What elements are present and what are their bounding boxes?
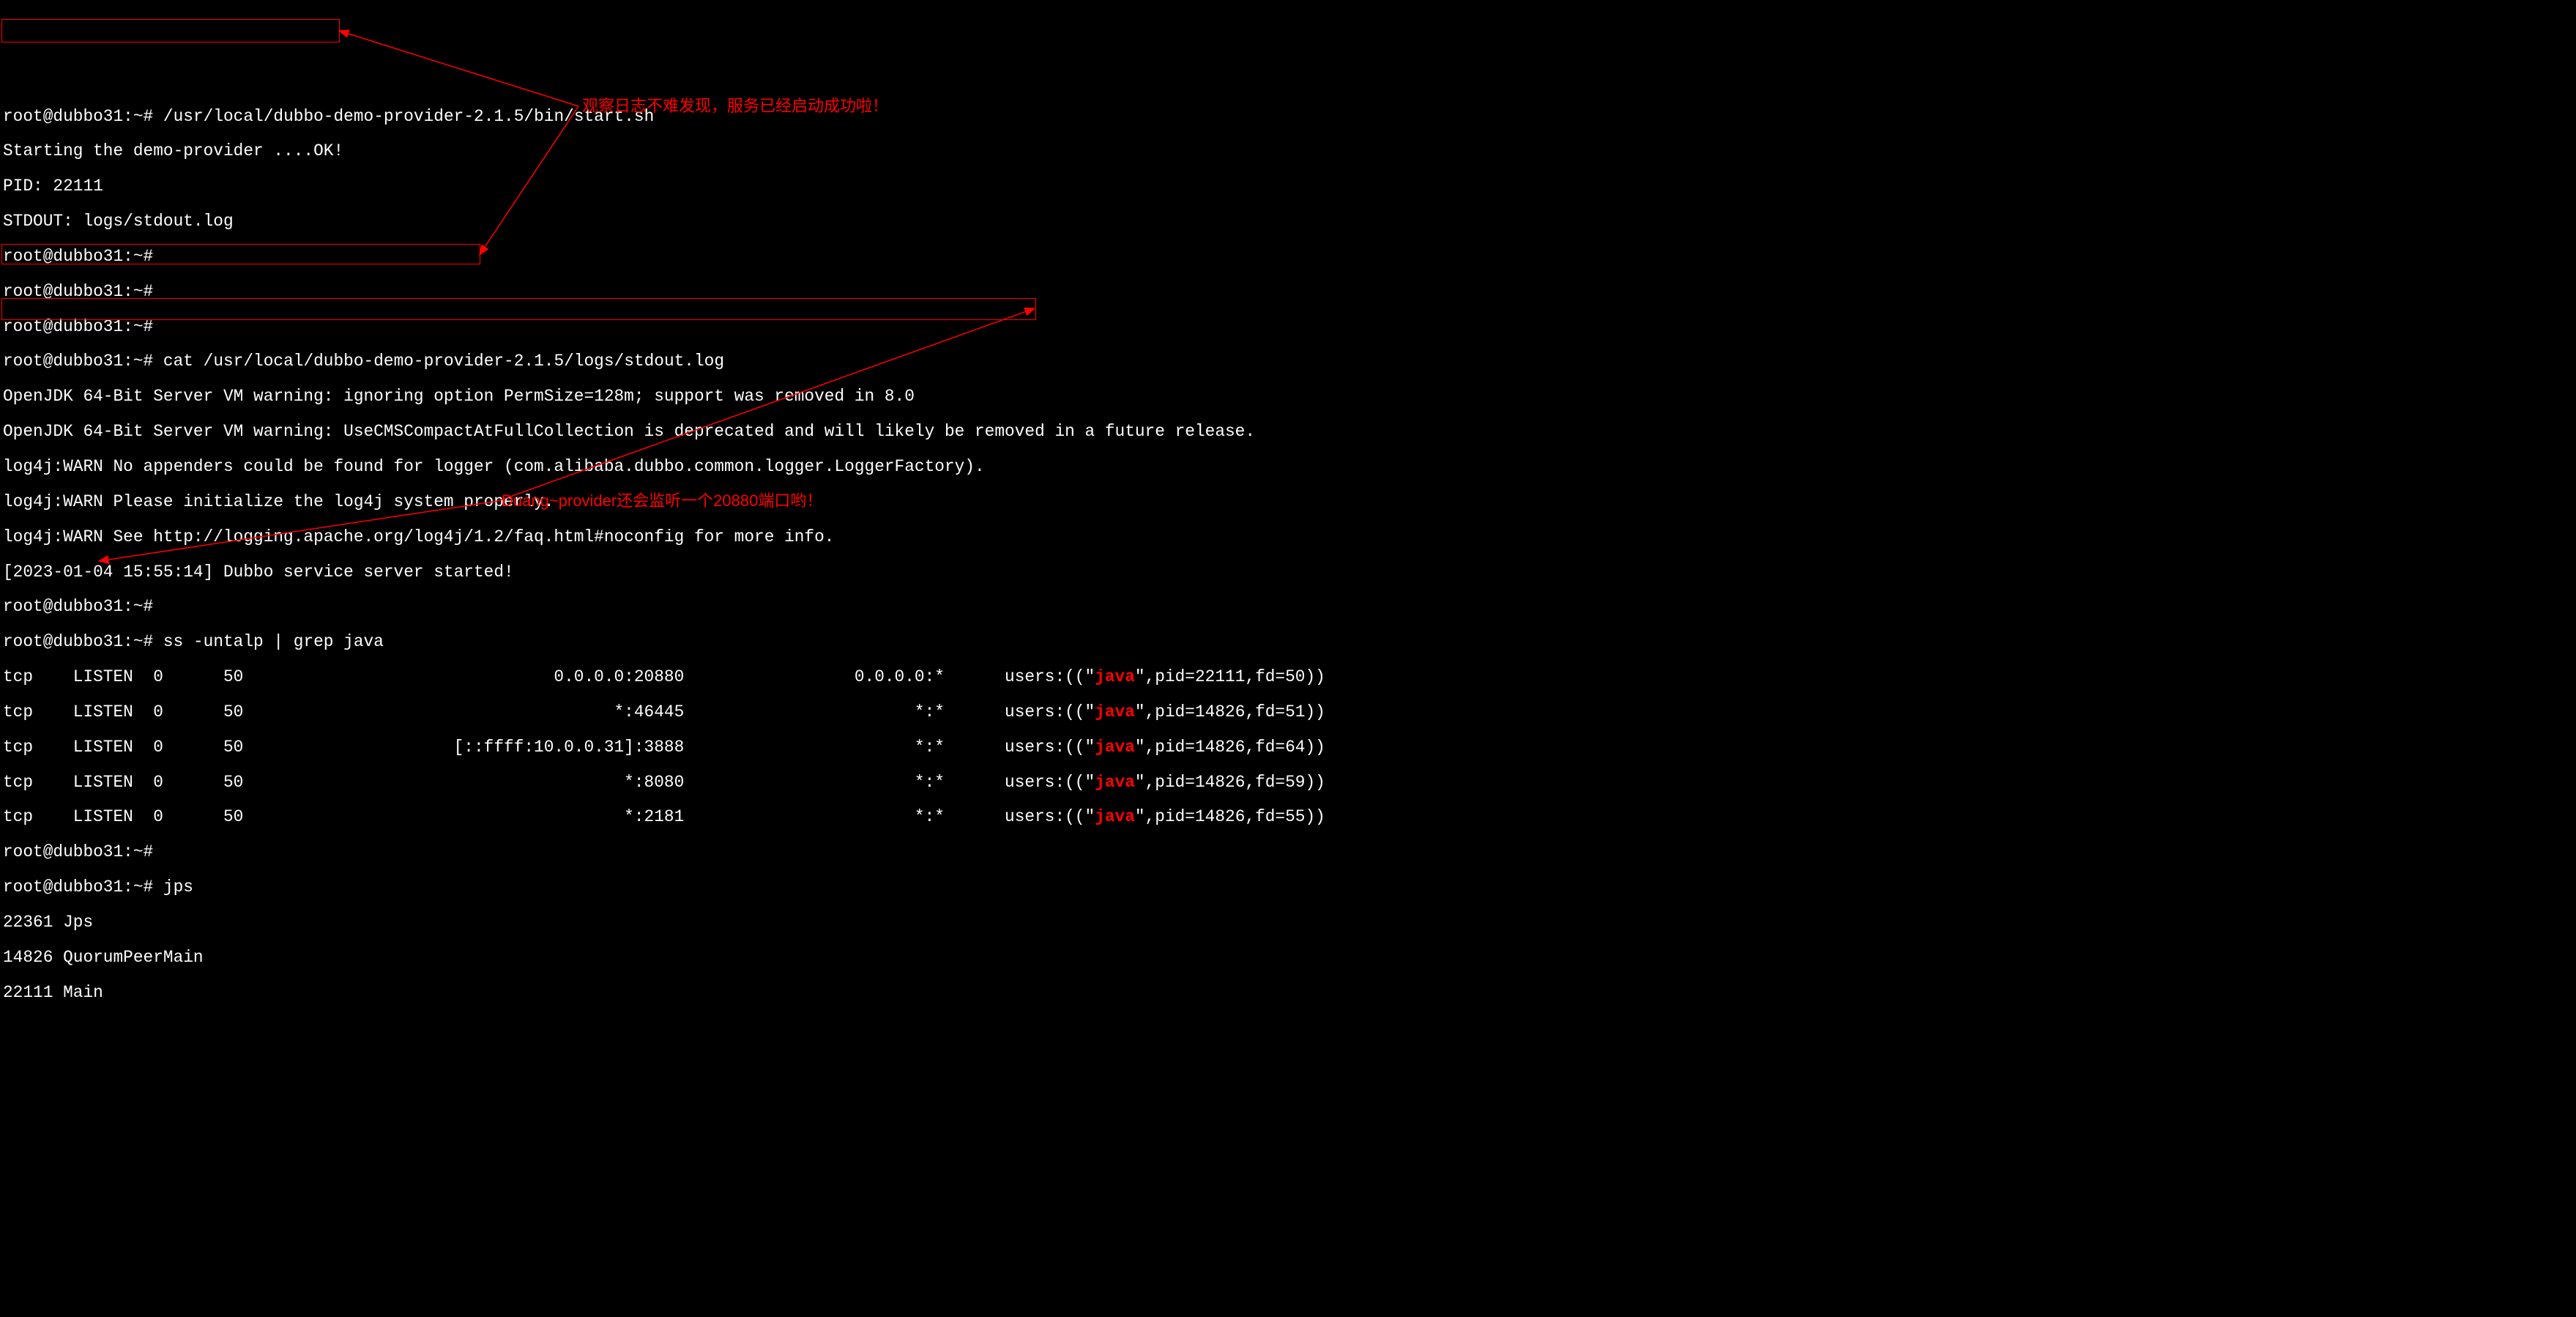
ss-row: tcp LISTEN 0 50 [::ffff:10.0.0.31]:3888 … [3, 739, 2573, 757]
blank-line [3, 721, 2573, 739]
ss-output-block: tcp LISTEN 0 50 0.0.0.0:20880 0.0.0.0:* … [3, 669, 2573, 826]
prompt-line: root@dubbo31:~# ss -untalp | grep java [3, 634, 2573, 651]
annotation-text: 观察日志不难发现，服务已经启动成功啦！ [582, 97, 888, 114]
highlight-box [1, 19, 340, 42]
jps-output: 22361 Jps [3, 914, 2573, 932]
cat-output: [2023-01-04 15:55:14] Dubbo service serv… [3, 564, 2573, 582]
prompt-line: root@dubbo31:~# [3, 248, 2573, 266]
grep-highlight: java [1095, 702, 1135, 721]
prompt-line: root@dubbo31:~# [3, 598, 2573, 616]
start-output: Starting the demo-provider ....OK! [3, 143, 2573, 160]
prompt-line: root@dubbo31:~# [3, 319, 2573, 336]
ss-row: tcp LISTEN 0 50 *:2181 *:* users:(("java… [3, 809, 2573, 826]
prompt-line: root@dubbo31:~# cat /usr/local/dubbo-dem… [3, 353, 2573, 371]
cat-output: log4j:WARN See http://logging.apache.org… [3, 529, 2573, 546]
grep-highlight: java [1095, 667, 1135, 686]
grep-highlight: java [1095, 807, 1135, 826]
ss-row: tcp LISTEN 0 50 0.0.0.0:20880 0.0.0.0:* … [3, 669, 2573, 686]
blank-line [3, 686, 2573, 704]
grep-highlight: java [1095, 738, 1135, 757]
grep-highlight: java [1095, 773, 1135, 792]
ss-row: tcp LISTEN 0 50 *:8080 *:* users:(("java… [3, 774, 2573, 792]
jps-output: 14826 QuorumPeerMain [3, 949, 2573, 967]
prompt-line: root@dubbo31:~# [3, 844, 2573, 861]
annotation-text: Duang~provider还会监听一个20880端口哟！ [502, 492, 822, 509]
cat-output: log4j:WARN Please initialize the log4j s… [3, 494, 2573, 511]
prompt-line: root@dubbo31:~# [3, 283, 2573, 301]
prompt-line: root@dubbo31:~# /usr/local/dubbo-demo-pr… [3, 108, 2573, 126]
cat-output: OpenJDK 64-Bit Server VM warning: ignori… [3, 388, 2573, 406]
blank-line [3, 791, 2573, 809]
ss-row: tcp LISTEN 0 50 *:46445 *:* users:(("jav… [3, 704, 2573, 721]
terminal-area[interactable]: root@dubbo31:~# /usr/local/dubbo-demo-pr… [3, 91, 2573, 1020]
jps-output: 22111 Main [3, 984, 2573, 1002]
start-output: STDOUT: logs/stdout.log [3, 213, 2573, 231]
blank-line [3, 757, 2573, 774]
start-output: PID: 22111 [3, 178, 2573, 196]
prompt-line: root@dubbo31:~# jps [3, 879, 2573, 897]
cat-output: OpenJDK 64-Bit Server VM warning: UseCMS… [3, 423, 2573, 441]
cat-output: log4j:WARN No appenders could be found f… [3, 459, 2573, 476]
